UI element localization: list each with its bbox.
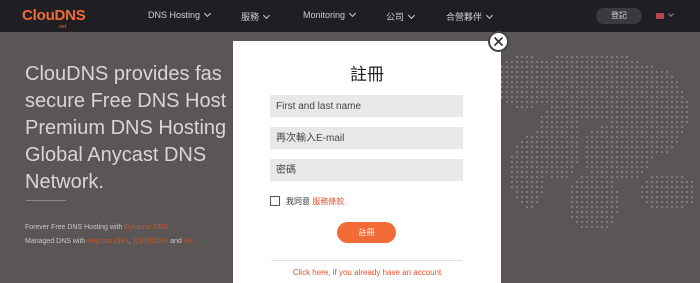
hero-title-line: Premium DNS Hosting — [25, 117, 227, 139]
terms-label: 我同意 服務條款. — [286, 196, 346, 207]
terms-checkbox[interactable] — [270, 196, 280, 206]
nav-monitoring[interactable]: Monitoring — [303, 9, 357, 20]
hero-title-line: secure Free DNS Host — [25, 90, 227, 112]
hero-desc-and: and — [168, 238, 184, 245]
hero-title-line: Network. — [25, 171, 104, 193]
register-modal: 註冊 我同意 服務條款. 註冊 Click here, if you alrea… — [233, 41, 501, 283]
nav-services[interactable]: 服務 — [241, 10, 271, 23]
hero-desc-text: Forever Free DNS Hosting with — [25, 224, 125, 231]
password-field[interactable] — [270, 159, 463, 181]
world-map-graphic — [501, 56, 693, 228]
login-button[interactable]: 登記 — [596, 8, 642, 24]
language-flag-icon[interactable] — [656, 13, 664, 19]
chevron-down-icon — [203, 9, 212, 18]
nav-partners-label: 合營夥伴 — [446, 12, 483, 22]
logo-sub: .net — [58, 24, 67, 30]
modal-divider — [271, 260, 462, 261]
logo-text: ClouDNS — [22, 7, 86, 24]
nav-partners[interactable]: 合營夥伴 — [446, 10, 494, 23]
modal-title: 註冊 — [350, 65, 384, 84]
register-button[interactable]: 註冊 — [337, 222, 396, 243]
nav-dns-hosting[interactable]: DNS Hosting — [148, 9, 212, 20]
chevron-down-icon — [407, 11, 416, 20]
nav-dns-hosting-label: DNS Hosting — [148, 10, 201, 20]
close-button[interactable] — [488, 31, 509, 52]
hero-divider — [26, 200, 66, 201]
terms-link[interactable]: 服務條款. — [312, 197, 346, 206]
existing-account-link[interactable]: Click here, if you already have an accou… — [233, 268, 501, 277]
cloudns-logo[interactable]: ClouDNS .net — [22, 6, 86, 30]
chevron-down-icon — [485, 11, 494, 20]
agree-text: 我同意 — [286, 197, 313, 206]
top-navbar: ClouDNS .net DNS Hosting 服務 Monitoring 公… — [0, 0, 700, 32]
close-icon — [494, 37, 503, 46]
hero-desc-line-2: Managed DNS with Anycast DNS, 反向的DNS and… — [25, 235, 193, 249]
hero-title-line: ClouDNS provides fas — [25, 63, 222, 85]
chevron-down-icon — [348, 9, 357, 18]
hero-desc-text: Managed DNS with — [25, 238, 87, 245]
reverse-dns-link[interactable]: 反向的DNS — [132, 238, 168, 245]
dynamic-dns-link[interactable]: Dynamic DNS — [124, 224, 168, 231]
geodns-link[interactable]: Ge — [184, 238, 193, 245]
hero-desc-line-1: Forever Free DNS Hosting with Dynamic DN… — [25, 221, 193, 235]
name-field[interactable] — [270, 95, 463, 117]
chevron-down-icon — [262, 11, 271, 20]
hero-title: ClouDNS provides fas secure Free DNS Hos… — [25, 61, 240, 196]
hero-title-line: Global Anycast DNS — [25, 144, 207, 166]
hero-description: Forever Free DNS Hosting with Dynamic DN… — [25, 221, 193, 249]
email-field[interactable] — [270, 127, 463, 149]
nav-services-label: 服務 — [241, 12, 260, 22]
anycast-dns-link[interactable]: Anycast DNS — [87, 238, 129, 245]
nav-company-label: 公司 — [386, 12, 405, 22]
chevron-down-icon[interactable] — [668, 11, 674, 17]
nav-company[interactable]: 公司 — [386, 10, 416, 23]
nav-monitoring-label: Monitoring — [303, 10, 346, 20]
